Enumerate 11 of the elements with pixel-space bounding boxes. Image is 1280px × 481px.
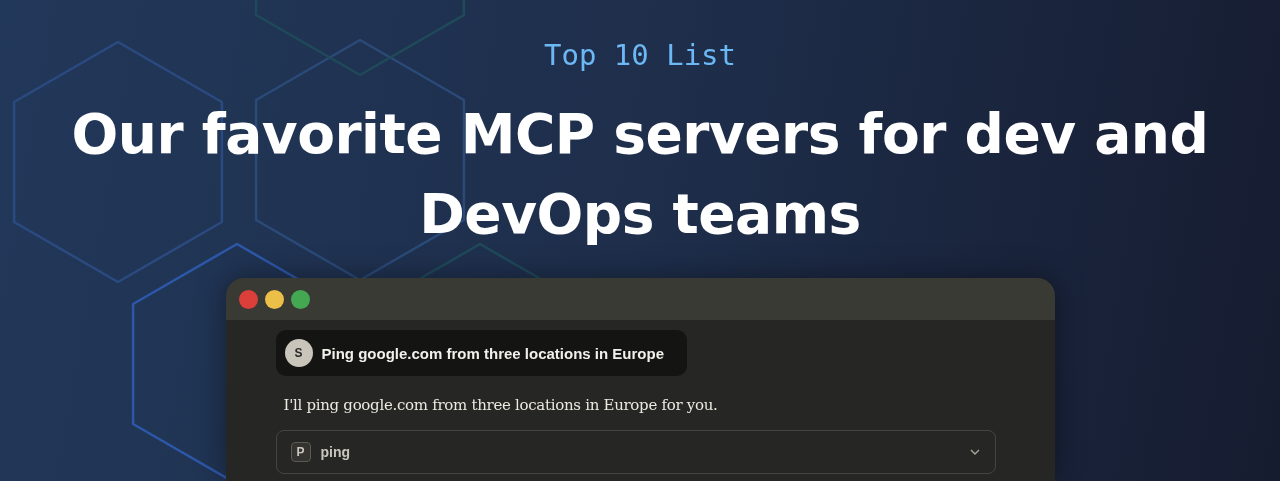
tool-call-panel[interactable]: P ping (275, 430, 996, 474)
assistant-reply: I'll ping google.com from three locations in Europe for you. (283, 396, 718, 414)
eyebrow-label: Top 10 List (543, 37, 737, 74)
user-message-text: Ping google.com from three locations in Europe (321, 344, 665, 362)
headline: Our favorite MCP servers for dev and DevOps teams (70, 101, 1210, 248)
minimize-icon[interactable] (264, 289, 284, 309)
user-avatar: S (284, 339, 313, 367)
tool-badge: P (290, 442, 311, 462)
tool-name: ping (320, 444, 352, 460)
close-icon[interactable] (238, 289, 258, 309)
maximize-icon[interactable] (290, 289, 310, 309)
